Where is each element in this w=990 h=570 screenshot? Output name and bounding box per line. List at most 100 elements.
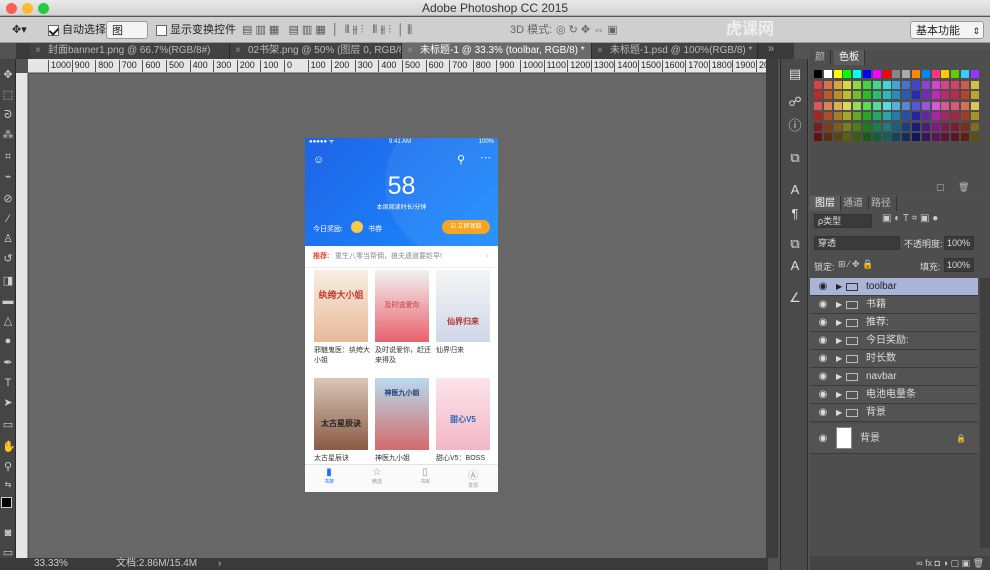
expand-triangle-icon[interactable]: ▶: [836, 332, 842, 350]
eye-icon[interactable]: ◉: [816, 332, 830, 350]
tab-untitled-psd[interactable]: × 未标题-1.psd @ 100%(RGB/8) *: [592, 43, 758, 59]
color-swatch[interactable]: [941, 70, 950, 78]
color-swatch[interactable]: [843, 91, 852, 99]
search-icon[interactable]: ⚲: [457, 153, 465, 166]
color-swatch[interactable]: [823, 122, 832, 131]
color-swatch[interactable]: [872, 112, 881, 120]
blur-tool-icon[interactable]: △: [2, 315, 14, 327]
tab-swatches[interactable]: 色板: [834, 50, 865, 65]
marquee-tool-icon[interactable]: ⬚: [2, 89, 14, 101]
book-title[interactable]: 神医九小姐: [375, 454, 431, 464]
layer-row-background[interactable]: ◉ 背景 🔒: [810, 424, 978, 454]
lock-icons[interactable]: ⊞ ∕ ✥ 🔒: [838, 259, 873, 270]
book-cover[interactable]: 及时说爱你: [375, 270, 429, 342]
layer-row[interactable]: ◉ ▶ 背景: [810, 404, 978, 422]
color-swatch[interactable]: [912, 91, 920, 99]
color-swatch[interactable]: [872, 122, 881, 131]
color-swatch[interactable]: [970, 91, 979, 99]
auto-select-checkbox[interactable]: 自动选择:: [48, 21, 109, 39]
color-swatch[interactable]: [912, 80, 920, 89]
tab-color[interactable]: 颜: [810, 50, 831, 65]
color-swatch[interactable]: [823, 101, 832, 110]
color-swatch[interactable]: [951, 112, 960, 120]
measure-panel-icon[interactable]: ∠: [786, 289, 804, 307]
color-swatch[interactable]: [902, 122, 911, 131]
book-title[interactable]: 仙界归来: [436, 346, 492, 356]
show-transform-checkbox[interactable]: 显示变换控件: [156, 21, 236, 39]
eye-icon[interactable]: ◉: [816, 404, 830, 422]
eye-icon[interactable]: ◉: [816, 278, 830, 296]
eye-icon[interactable]: ◉: [816, 314, 830, 332]
color-swatch[interactable]: [882, 91, 891, 99]
color-swatch[interactable]: [970, 80, 979, 89]
color-swatch[interactable]: [863, 91, 871, 99]
color-swatch[interactable]: [814, 112, 822, 120]
minimize-window-button[interactable]: [22, 3, 33, 14]
layer-row[interactable]: ◉ ▶ 今日奖励:: [810, 332, 978, 350]
3d-tool-icons[interactable]: ◎ ↻ ✥ ⇔ ▣: [556, 21, 618, 39]
eraser-tool-icon[interactable]: ◨: [2, 275, 14, 287]
chevron-right-icon[interactable]: ›: [218, 558, 221, 570]
color-swatch[interactable]: [882, 80, 891, 89]
layers-scrollbar[interactable]: [980, 278, 990, 548]
book-cover[interactable]: 甜心V5: [436, 378, 490, 450]
fill-input[interactable]: 100%: [944, 258, 974, 272]
color-swatch[interactable]: [853, 101, 862, 110]
color-swatch[interactable]: [912, 70, 920, 78]
color-swatch[interactable]: [961, 133, 969, 141]
close-tab-icon[interactable]: ×: [407, 43, 413, 59]
color-swatch[interactable]: [912, 112, 920, 120]
layer-actions-bar[interactable]: ∞ fx ◘ ◑ ▢ ▣ 🗑: [810, 556, 990, 570]
color-swatch[interactable]: [951, 101, 960, 110]
layer-filter-dropdown[interactable]: ρ类型: [814, 214, 872, 228]
color-swatch[interactable]: [863, 70, 871, 78]
color-swatch[interactable]: [843, 112, 852, 120]
more-tabs-icon[interactable]: »: [768, 43, 774, 55]
tab-bookshelf[interactable]: ▮ 书架: [319, 467, 339, 485]
color-swatch[interactable]: [814, 101, 822, 110]
color-swatch[interactable]: [853, 70, 862, 78]
color-swatch[interactable]: [814, 133, 822, 141]
layer-row[interactable]: ◉ ▶ 推荐:: [810, 314, 978, 332]
book-cover[interactable]: 纨绔大小姐: [314, 270, 368, 342]
color-swatch[interactable]: [961, 91, 969, 99]
color-swatch[interactable]: [931, 122, 940, 131]
color-swatch[interactable]: [853, 122, 862, 131]
color-swatch[interactable]: [961, 101, 969, 110]
color-swatch[interactable]: [970, 112, 979, 120]
color-swatch[interactable]: [833, 112, 842, 120]
color-swatch[interactable]: [921, 80, 930, 89]
color-swatch[interactable]: [833, 80, 842, 89]
quick-mask-icon[interactable]: ◙: [2, 527, 14, 539]
color-swatch[interactable]: [951, 133, 960, 141]
tab-untitled-toolbar[interactable]: × 未标题-1 @ 33.3% (toolbar, RGB/8) *: [402, 43, 592, 59]
layer-row[interactable]: ◉ ▶ 书籍: [810, 296, 978, 314]
color-swatch[interactable]: [814, 91, 822, 99]
brush-tool-icon[interactable]: ∕: [2, 213, 14, 225]
color-swatch[interactable]: [892, 70, 901, 78]
stamp-tool-icon[interactable]: ♙: [2, 233, 14, 245]
color-swatch[interactable]: [892, 122, 901, 131]
color-swatch[interactable]: [921, 122, 930, 131]
move-tool-icon[interactable]: ✥: [2, 69, 14, 81]
color-swatch[interactable]: [823, 80, 832, 89]
color-swatch[interactable]: [941, 112, 950, 120]
color-swatch[interactable]: [823, 91, 832, 99]
color-swatch[interactable]: [951, 70, 960, 78]
layer-row[interactable]: ◉ ▶ toolbar: [810, 278, 978, 296]
vertical-scrollbar[interactable]: [766, 59, 778, 558]
hand-tool-icon[interactable]: ✋: [2, 441, 16, 453]
book-cover[interactable]: 仙界归来: [436, 270, 490, 342]
color-swatch[interactable]: [902, 80, 911, 89]
color-swatch[interactable]: [902, 112, 911, 120]
expand-triangle-icon[interactable]: ▶: [836, 386, 842, 404]
color-swatch[interactable]: [843, 122, 852, 131]
color-swatch[interactable]: [902, 101, 911, 110]
color-swatch[interactable]: [902, 91, 911, 99]
color-swatch[interactable]: [872, 70, 881, 78]
color-swatch[interactable]: [833, 101, 842, 110]
claim-button[interactable]: ☑ 立即领取: [442, 220, 490, 234]
healing-brush-icon[interactable]: ⊘: [2, 193, 14, 205]
close-tab-icon[interactable]: ×: [597, 43, 603, 59]
dodge-tool-icon[interactable]: ●: [2, 335, 14, 347]
